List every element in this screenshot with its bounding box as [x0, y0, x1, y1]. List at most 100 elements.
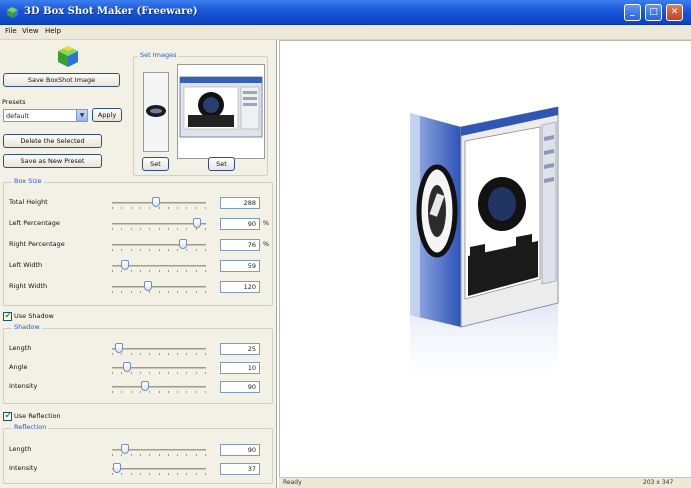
- slider-tick: [121, 473, 123, 475]
- slider[interactable]: [112, 217, 206, 231]
- box-size-title: Box Size: [12, 177, 44, 185]
- minimize-button[interactable]: _: [624, 4, 641, 21]
- slider-thumb[interactable]: [179, 239, 188, 249]
- use-reflection-checkbox[interactable]: ✔: [3, 411, 12, 421]
- status-bar: Ready 203 x 347: [279, 477, 691, 488]
- menu-help[interactable]: Help: [45, 27, 61, 35]
- slider-tick: [205, 291, 206, 293]
- value-input[interactable]: 10: [220, 362, 260, 374]
- slider[interactable]: [112, 196, 206, 210]
- value-input[interactable]: 288: [220, 197, 260, 209]
- close-button[interactable]: ✕: [666, 4, 683, 21]
- slider-thumb[interactable]: [112, 463, 121, 473]
- apply-button[interactable]: Apply: [92, 108, 122, 122]
- slider-tick: [186, 473, 188, 475]
- cube-logo-icon: [58, 46, 78, 67]
- slider-tick: [112, 473, 113, 475]
- value-input[interactable]: 37: [220, 463, 260, 475]
- preset-select[interactable]: default ▼: [3, 109, 88, 122]
- menu-view[interactable]: View: [22, 27, 39, 35]
- slider-tick: [205, 391, 206, 393]
- slider-tick: [112, 454, 113, 456]
- slider[interactable]: [112, 342, 206, 356]
- value-input[interactable]: 90: [220, 444, 260, 456]
- slider[interactable]: [112, 361, 206, 375]
- slider-tick: [121, 372, 123, 374]
- slider-thumb[interactable]: [152, 197, 161, 207]
- slider-track: [112, 468, 206, 470]
- slider-tick: [195, 391, 197, 393]
- slider-track: [112, 386, 206, 388]
- slider-tick: [186, 454, 188, 456]
- slider-tick: [121, 228, 123, 230]
- slider-tick: [195, 372, 197, 374]
- menu-file[interactable]: File: [5, 27, 17, 35]
- value-input[interactable]: 90: [220, 381, 260, 393]
- slider-tick: [167, 207, 169, 209]
- slider-track: [112, 244, 206, 246]
- slider-thumb[interactable]: [140, 381, 149, 391]
- slider-tick: [112, 270, 113, 272]
- slider-tick: [139, 391, 141, 393]
- left-image-thumbnail[interactable]: [143, 72, 169, 152]
- maximize-button[interactable]: □: [645, 4, 662, 21]
- slider-thumb[interactable]: [121, 260, 130, 270]
- delete-selected-button[interactable]: Delete the Selected: [3, 134, 102, 148]
- slider-tick: [112, 372, 113, 374]
- slider[interactable]: [112, 443, 206, 457]
- set-right-image-button[interactable]: Set: [208, 157, 235, 171]
- slider-tick: [149, 372, 151, 374]
- slider-tick: [158, 228, 160, 230]
- slider[interactable]: [112, 259, 206, 273]
- value-input[interactable]: 90: [220, 218, 260, 230]
- slider-tick: [149, 454, 151, 456]
- right-image-thumbnail[interactable]: [177, 64, 265, 159]
- chevron-down-icon: ▼: [76, 110, 87, 121]
- slider-tick: [121, 454, 123, 456]
- slider-tick: [121, 270, 123, 272]
- slider-tick: [167, 454, 169, 456]
- save-new-preset-button[interactable]: Save as New Preset: [3, 154, 102, 168]
- slider-tick: [158, 454, 160, 456]
- slider-tick: [139, 291, 141, 293]
- slider-thumb[interactable]: [114, 343, 123, 353]
- slider[interactable]: [112, 380, 206, 394]
- value-input[interactable]: 120: [220, 281, 260, 293]
- slider-label: Right Percentage: [9, 240, 65, 248]
- use-reflection-label: Use Reflection: [14, 412, 61, 420]
- unit-label: %: [263, 240, 270, 248]
- slider-tick: [130, 353, 132, 355]
- slider-tick: [167, 473, 169, 475]
- slider-tick: [205, 249, 206, 251]
- slider[interactable]: [112, 462, 206, 476]
- slider-tick: [177, 228, 179, 230]
- slider-tick: [112, 228, 113, 230]
- use-shadow-checkbox[interactable]: ✔: [3, 311, 12, 321]
- settings-panel: Save BoxShot Image Presets default ▼ App…: [0, 40, 277, 488]
- value-input[interactable]: 76: [220, 239, 260, 251]
- slider-thumb[interactable]: [123, 362, 132, 372]
- value-input[interactable]: 25: [220, 343, 260, 355]
- slider-tick: [205, 372, 206, 374]
- slider[interactable]: [112, 280, 206, 294]
- slider-tick: [177, 391, 179, 393]
- value-input[interactable]: 59: [220, 260, 260, 272]
- slider[interactable]: [112, 238, 206, 252]
- slider-thumb[interactable]: [192, 218, 201, 228]
- slider-tick: [149, 207, 151, 209]
- set-left-image-button[interactable]: Set: [142, 157, 169, 171]
- slider-tick: [205, 454, 206, 456]
- slider-track: [112, 223, 206, 225]
- boxshot-render: [410, 106, 559, 391]
- slider-tick: [130, 391, 132, 393]
- slider-label: Left Percentage: [9, 219, 60, 227]
- slider-thumb[interactable]: [143, 281, 152, 291]
- slider-tick: [121, 207, 123, 209]
- slider-tick: [205, 270, 206, 272]
- slider-tick: [186, 270, 188, 272]
- slider-tick: [130, 473, 132, 475]
- slider-tick: [158, 249, 160, 251]
- slider-tick: [195, 207, 197, 209]
- slider-thumb[interactable]: [121, 444, 130, 454]
- save-boxshot-button[interactable]: Save BoxShot Image: [3, 73, 120, 87]
